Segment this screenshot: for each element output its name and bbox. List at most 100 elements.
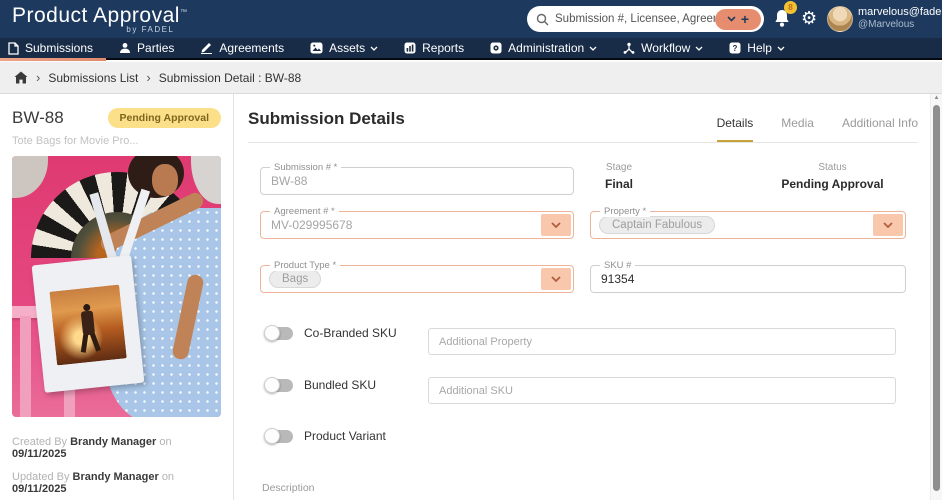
chevron-down-icon: [777, 46, 785, 51]
nav-label: Administration: [508, 41, 584, 55]
agreement-dropdown-button[interactable]: [541, 214, 571, 236]
pencil-icon: [200, 42, 213, 54]
user-avatar[interactable]: [827, 6, 853, 32]
submission-id-title: BW-88: [12, 108, 64, 128]
submission-summary-panel: BW-88 Pending Approval Tote Bags for Mov…: [0, 94, 233, 500]
product-type-dropdown-button[interactable]: [541, 268, 571, 290]
scroll-up-arrow[interactable]: ▲: [931, 95, 942, 101]
updated-by-line: Updated By Brandy Manager on 09/11/2025: [12, 471, 221, 495]
nav-item-submissions[interactable]: Submissions: [0, 37, 106, 59]
property-select[interactable]: Property * Captain Fabulous: [590, 211, 906, 239]
product-image: [12, 156, 221, 417]
nav-label: Help: [747, 41, 772, 55]
additional-sku-field[interactable]: [428, 377, 896, 404]
home-icon[interactable]: [14, 71, 28, 84]
property-label: Property *: [600, 206, 650, 217]
submission-subtitle: Tote Bags for Movie Pro...: [12, 135, 221, 147]
product-variant-toggle-row: Product Variant: [266, 429, 386, 443]
chevron-down-icon: [727, 16, 736, 22]
nav-label: Parties: [137, 41, 174, 55]
status-value: Pending Approval: [775, 177, 890, 191]
created-by-name: Brandy Manager: [70, 436, 156, 448]
nav-item-assets[interactable]: Assets: [297, 37, 391, 59]
user-handle: @Marvelous: [858, 19, 942, 31]
workflow-icon: [623, 42, 635, 54]
main-nav: Submissions Parties Agreements Assets Re…: [0, 38, 942, 60]
stage-value: Final: [574, 177, 664, 191]
nav-item-administration[interactable]: Administration: [477, 37, 610, 59]
admin-gear-icon: [490, 42, 502, 54]
description-label: Description: [262, 482, 315, 494]
bar-chart-icon: [404, 42, 416, 54]
global-search: +: [527, 6, 764, 32]
co-branded-toggle-row: Co-Branded SKU: [266, 326, 397, 340]
additional-property-field[interactable]: [428, 328, 896, 355]
bundled-sku-label: Bundled SKU: [304, 378, 376, 392]
additional-property-input[interactable]: [429, 329, 895, 354]
add-icon: +: [741, 12, 749, 26]
product-type-select[interactable]: Product Type * Bags: [260, 265, 574, 293]
search-options-pill[interactable]: +: [715, 9, 761, 30]
sku-input[interactable]: [591, 266, 905, 292]
status-badge: Pending Approval: [108, 108, 221, 128]
breadcrumb-submissions-list[interactable]: Submissions List: [48, 71, 138, 85]
user-menu[interactable]: marvelous@fadel.com @Marvelous: [858, 6, 942, 31]
co-branded-sku-label: Co-Branded SKU: [304, 326, 397, 340]
submission-number-label: Submission # *: [270, 162, 341, 173]
sku-label: SKU #: [600, 260, 635, 271]
stage-label: Stage: [574, 162, 664, 173]
agreement-number-select[interactable]: Agreement # *: [260, 211, 574, 239]
bundled-sku-toggle[interactable]: [266, 379, 293, 392]
chevron-down-icon: [551, 276, 561, 282]
image-icon: [310, 42, 323, 54]
logo-title: Product Approval: [12, 4, 180, 27]
property-value-chip: Captain Fabulous: [599, 216, 715, 234]
status-label: Status: [775, 162, 890, 173]
bundled-toggle-row: Bundled SKU: [266, 378, 376, 392]
nav-label: Agreements: [219, 41, 284, 55]
co-branded-sku-toggle[interactable]: [266, 327, 293, 340]
created-date: 09/11/2025: [12, 448, 66, 460]
product-variant-label: Product Variant: [304, 429, 386, 443]
search-input[interactable]: [555, 13, 715, 25]
status-readonly: Status Pending Approval: [775, 162, 890, 191]
search-icon: [536, 13, 549, 26]
settings-gear-button[interactable]: ⚙: [801, 7, 817, 29]
trademark-symbol: ™: [180, 9, 188, 16]
nav-item-agreements[interactable]: Agreements: [187, 37, 297, 59]
chevron-down-icon: [551, 222, 561, 228]
document-icon: [8, 42, 19, 55]
created-by-line: Created By Brandy Manager on 09/11/2025: [12, 436, 221, 460]
sku-field[interactable]: SKU #: [590, 265, 906, 293]
chevron-down-icon: [883, 222, 893, 228]
submission-number-field[interactable]: Submission # *: [260, 167, 574, 195]
nav-label: Workflow: [641, 41, 690, 55]
nav-label: Submissions: [25, 41, 93, 55]
breadcrumb-current: Submission Detail : BW-88: [159, 71, 302, 85]
updated-date: 09/11/2025: [12, 483, 66, 495]
agreement-number-label: Agreement # *: [270, 206, 339, 217]
breadcrumb: › Submissions List › Submission Detail :…: [0, 62, 942, 94]
svg-text:?: ?: [733, 44, 738, 53]
property-dropdown-button[interactable]: [873, 214, 903, 236]
tote-bag: [32, 255, 145, 393]
additional-sku-input[interactable]: [429, 378, 895, 403]
chevron-down-icon: [695, 46, 703, 51]
product-variant-toggle[interactable]: [266, 430, 293, 443]
nav-item-parties[interactable]: Parties: [106, 37, 187, 59]
app-header: Product Approval™ by FADEL + 8 ⚙ marvelo…: [0, 0, 942, 38]
app-logo: Product Approval™ by FADEL: [12, 2, 187, 34]
nav-item-help[interactable]: ? Help: [716, 37, 798, 59]
nav-label: Reports: [422, 41, 464, 55]
nav-item-reports[interactable]: Reports: [391, 37, 477, 59]
vertical-scrollbar[interactable]: ▲: [930, 94, 942, 500]
breadcrumb-separator: ›: [146, 70, 150, 85]
chevron-down-icon: [589, 46, 597, 51]
user-email: marvelous@fadel.com: [858, 6, 942, 19]
notification-badge: 8: [784, 1, 797, 14]
breadcrumb-separator: ›: [36, 70, 40, 85]
person-icon: [119, 42, 131, 54]
nav-item-workflow[interactable]: Workflow: [610, 37, 716, 59]
product-type-value-chip: Bags: [269, 270, 321, 288]
scrollbar-thumb[interactable]: [933, 105, 940, 491]
